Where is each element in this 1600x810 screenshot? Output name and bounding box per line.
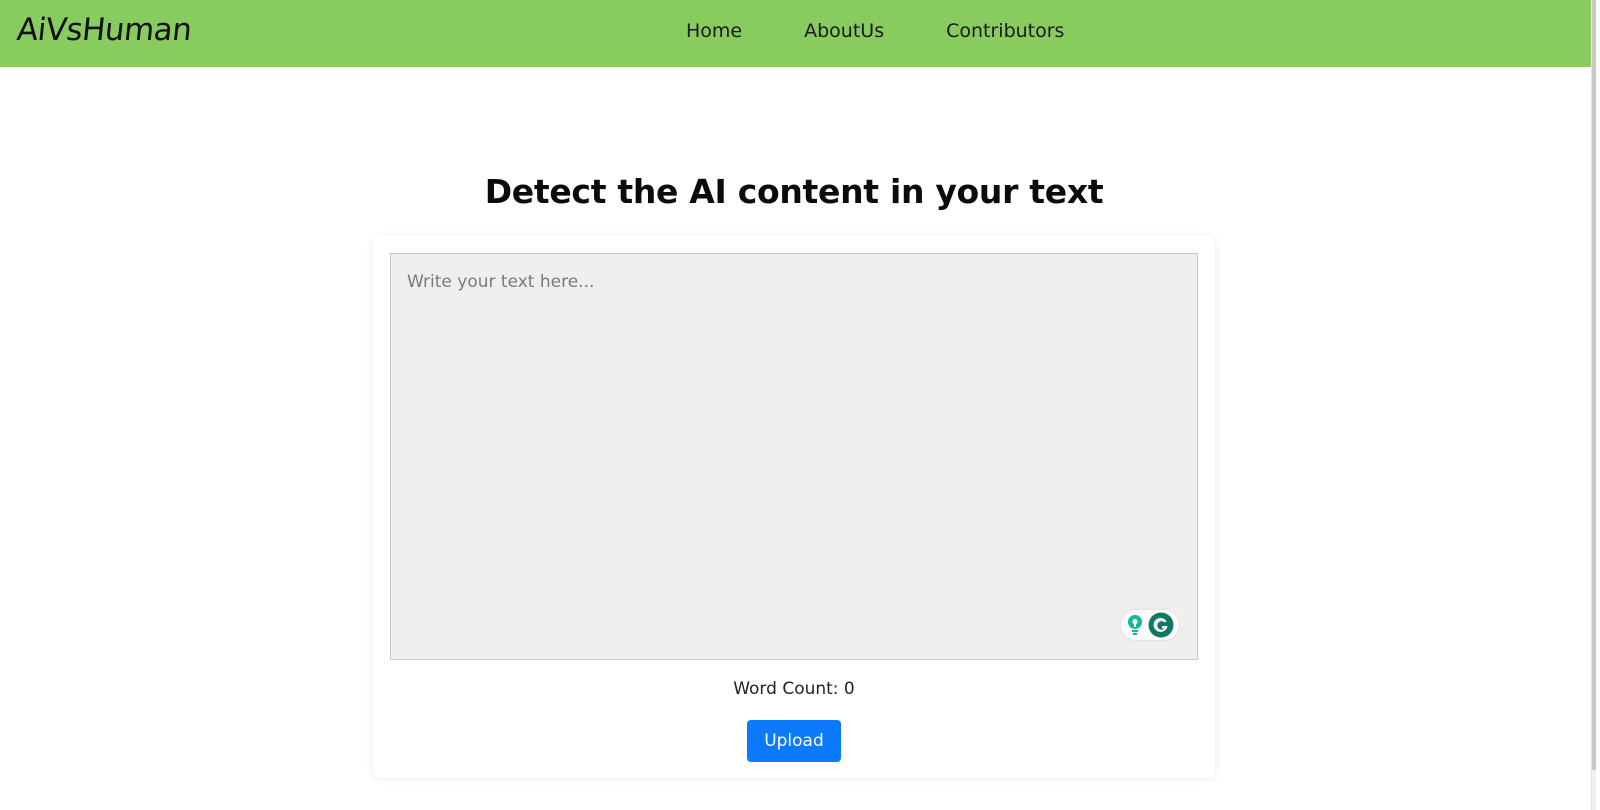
grammarly-widget[interactable]: [1121, 610, 1179, 640]
bulb-icon[interactable]: [1126, 614, 1144, 636]
page-scrollbar[interactable]: [1591, 0, 1596, 810]
nav-link-contributors[interactable]: Contributors: [946, 18, 1064, 44]
page: AiVsHuman Home AboutUs Contributors Dete…: [0, 0, 1596, 810]
upload-button[interactable]: Upload: [747, 720, 841, 762]
page-title: Detect the AI content in your text: [484, 172, 1104, 211]
scrollbar-thumb[interactable]: [1592, 0, 1596, 770]
nav-link-aboutus[interactable]: AboutUs: [804, 18, 884, 44]
brand-logo[interactable]: AiVsHuman: [15, 12, 193, 48]
text-input[interactable]: [390, 253, 1198, 660]
nav-link-home[interactable]: Home: [686, 18, 742, 44]
detector-card: Word Count: 0 Upload: [373, 236, 1215, 778]
grammarly-icon[interactable]: [1148, 612, 1174, 638]
navbar: AiVsHuman Home AboutUs Contributors: [0, 0, 1596, 67]
word-count: Word Count: 0: [733, 679, 855, 699]
nav-links: Home AboutUs Contributors: [686, 18, 1064, 44]
